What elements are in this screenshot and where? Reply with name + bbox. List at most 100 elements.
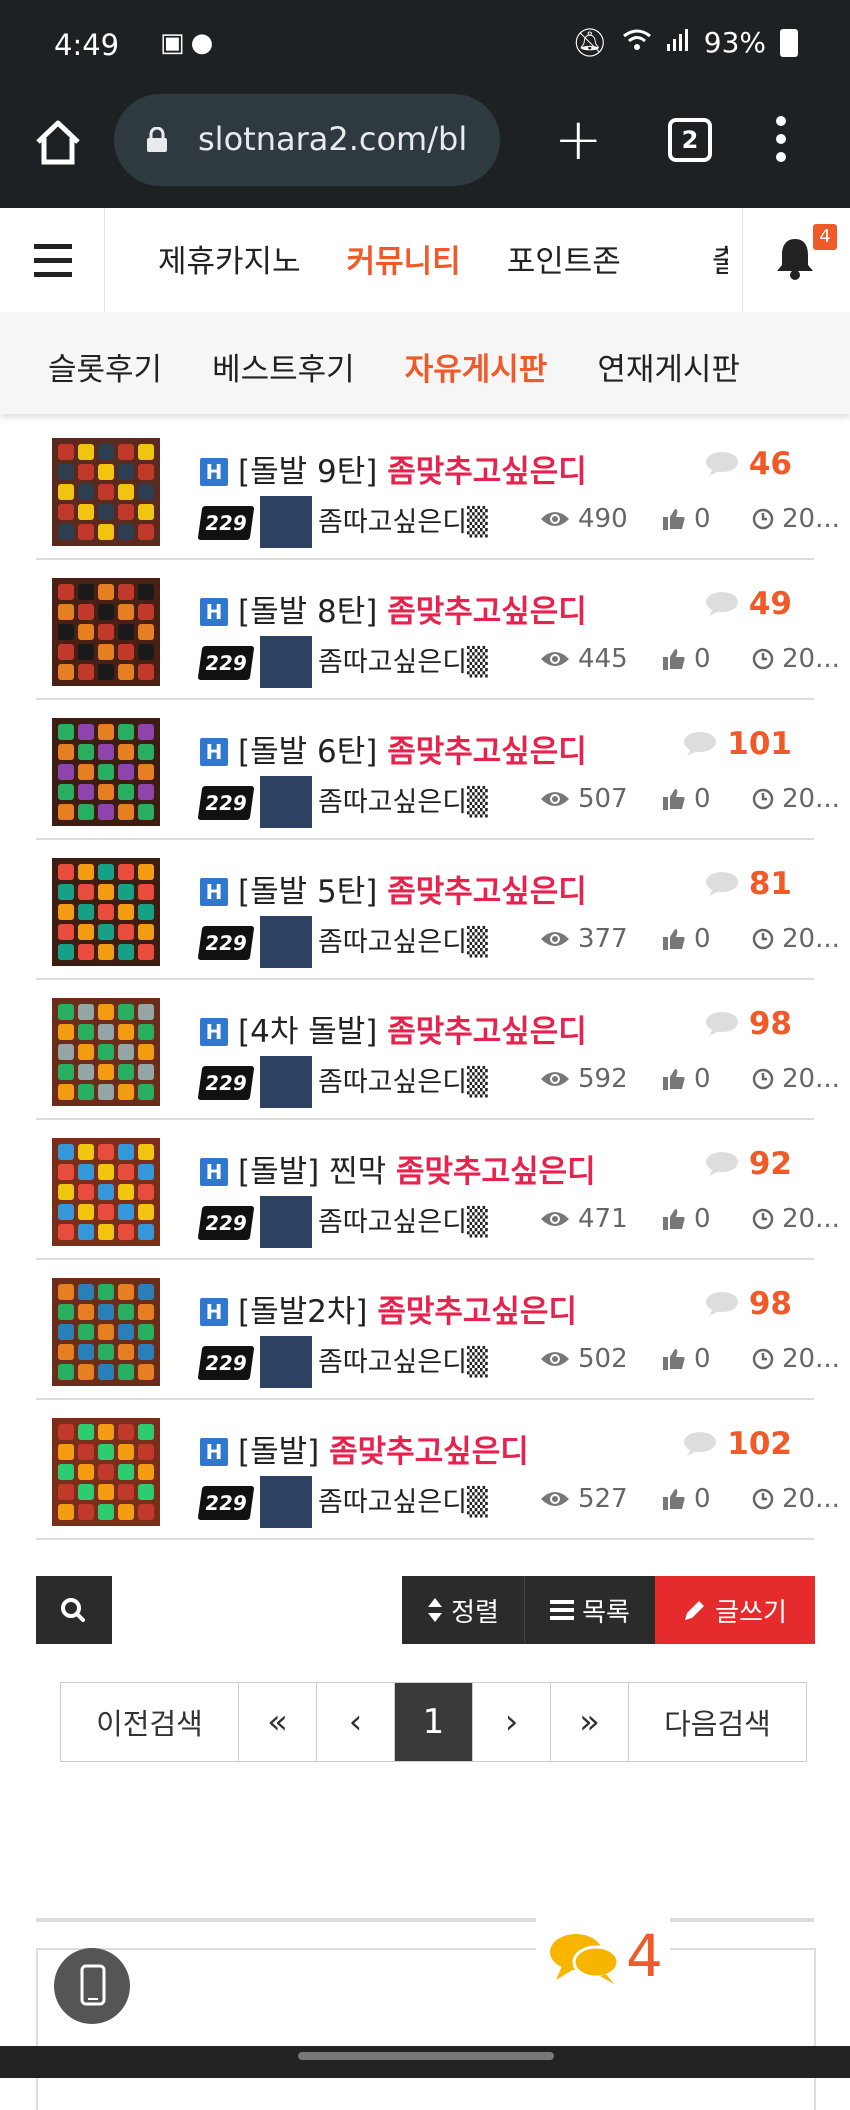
system-nav-bar (0, 2046, 850, 2078)
nav-item-partner-casino[interactable]: 제휴카지노 (158, 236, 301, 281)
post-thumbnail[interactable] (52, 1418, 160, 1526)
tab-switcher-button[interactable]: 2 (668, 118, 712, 162)
like-count: 0 (662, 1344, 711, 1374)
battery-icon (780, 28, 798, 57)
url-text[interactable]: slotnara2.com/bl (198, 120, 467, 158)
home-icon[interactable] (32, 116, 84, 168)
like-count: 0 (662, 644, 711, 674)
divider (36, 1918, 814, 1922)
author-name[interactable]: 좀따고싶은디▒ (318, 1480, 488, 1519)
list-button[interactable]: 목록 (525, 1576, 655, 1644)
post-date-value: 20... (782, 924, 840, 954)
prev-page-button[interactable]: ‹ (317, 1683, 395, 1761)
post-thumbnail[interactable] (52, 1278, 160, 1386)
avatar[interactable] (260, 496, 312, 548)
avatar[interactable] (260, 916, 312, 968)
sub-tab-slot-reviews[interactable]: 슬롯후기 (48, 344, 162, 389)
next-search-button[interactable]: 다음검색 (629, 1683, 806, 1761)
post-title[interactable]: [4차 돌발] 좀맞추고싶은디 (238, 1006, 587, 1051)
post-thumbnail[interactable] (52, 998, 160, 1106)
view-count: 445 (540, 644, 628, 674)
post-date: 20... (752, 1484, 840, 1514)
sort-button[interactable]: 정렬 (402, 1576, 525, 1644)
comment-count: 101 (683, 726, 792, 762)
post-title[interactable]: [돌발] 찐막 좀맞추고싶은디 (238, 1146, 596, 1191)
avatar[interactable] (260, 1056, 312, 1108)
clock-icon (752, 1488, 774, 1510)
next-page-button[interactable]: › (473, 1683, 551, 1761)
post-title-prefix: [돌발 8탄] (238, 594, 388, 630)
first-page-button[interactable]: « (239, 1683, 317, 1761)
post-date-value: 20... (782, 644, 840, 674)
write-button[interactable]: 글쓰기 (655, 1576, 815, 1644)
author-name[interactable]: 좀따고싶은디▒ (318, 920, 488, 959)
sub-tab-series-board[interactable]: 연재게시판 (597, 344, 740, 389)
post-thumbnail[interactable] (52, 438, 160, 546)
address-bar[interactable]: slotnara2.com/bl (114, 94, 500, 186)
search-button[interactable] (36, 1576, 112, 1644)
hot-badge-icon: H (200, 458, 228, 486)
browser-menu-icon[interactable] (776, 116, 788, 172)
nav-item-community[interactable]: 커뮤니티 (347, 236, 461, 281)
post-title[interactable]: [돌발] 좀맞추고싶은디 (238, 1426, 529, 1471)
avatar[interactable] (260, 776, 312, 828)
post-row[interactable]: H [돌발 6탄] 좀맞추고싶은디 101 229 좀따고싶은디▒ 507 0 … (36, 700, 840, 840)
post-row[interactable]: H [돌발] 좀맞추고싶은디 102 229 좀따고싶은디▒ 527 0 20.… (36, 1400, 840, 1540)
author-name[interactable]: 좀따고싶은디▒ (318, 500, 488, 539)
post-title[interactable]: [돌발 8탄] 좀맞추고싶은디 (238, 586, 587, 631)
hamburger-menu-icon[interactable] (0, 208, 105, 312)
phone-button[interactable] (54, 1948, 130, 2024)
avatar[interactable] (260, 636, 312, 688)
nav-item-cut[interactable]: 출 (712, 236, 728, 281)
new-tab-icon[interactable]: + (554, 110, 603, 168)
post-title[interactable]: [돌발 5탄] 좀맞추고싶은디 (238, 866, 587, 911)
post-row[interactable]: H [돌발2차] 좀맞추고싶은디 98 229 좀따고싶은디▒ 502 0 20… (36, 1260, 840, 1400)
author-name[interactable]: 좀따고싶은디▒ (318, 640, 488, 679)
view-count: 507 (540, 784, 628, 814)
status-left-icons: ▣● (160, 28, 219, 58)
signal-icon (666, 26, 690, 59)
hot-badge-icon: H (200, 1158, 228, 1186)
post-date: 20... (752, 924, 840, 954)
comment-count: 98 (705, 1286, 792, 1322)
view-count-value: 502 (578, 1344, 628, 1374)
like-count: 0 (662, 1064, 711, 1094)
view-count-value: 527 (578, 1484, 628, 1514)
last-page-button[interactable]: » (551, 1683, 629, 1761)
post-thumbnail[interactable] (52, 578, 160, 686)
image-icon: ▣ (160, 28, 191, 58)
author-name[interactable]: 좀따고싶은디▒ (318, 780, 488, 819)
sub-tab-free-board[interactable]: 자유게시판 (405, 344, 548, 389)
like-count: 0 (662, 924, 711, 954)
post-thumbnail[interactable] (52, 718, 160, 826)
nav-item-point-zone[interactable]: 포인트존 (507, 236, 621, 281)
notification-button[interactable]: 4 (742, 208, 850, 312)
page-1-button[interactable]: 1 (395, 1683, 473, 1761)
post-row[interactable]: H [돌발] 찐막 좀맞추고싶은디 92 229 좀따고싶은디▒ 471 0 2… (36, 1120, 840, 1260)
author-name[interactable]: 좀따고싶은디▒ (318, 1200, 488, 1239)
post-row[interactable]: H [돌발 9탄] 좀맞추고싶은디 46 229 좀따고싶은디▒ 490 0 2… (36, 420, 840, 560)
post-thumbnail[interactable] (52, 1138, 160, 1246)
comment-bubble-icon (705, 1152, 738, 1176)
post-thumbnail[interactable] (52, 858, 160, 966)
prev-search-button[interactable]: 이전검색 (61, 1683, 239, 1761)
phone-icon (80, 1964, 106, 2006)
avatar[interactable] (260, 1196, 312, 1248)
post-title-prefix: [돌발] 찐막 (238, 1154, 396, 1190)
post-title[interactable]: [돌발2차] 좀맞추고싶은디 (238, 1286, 577, 1331)
level-badge: 229 (197, 646, 255, 680)
nav-items: 제휴카지노 커뮤니티 포인트존 (158, 236, 621, 281)
sub-tab-best-reviews[interactable]: 베스트후기 (212, 344, 355, 389)
post-row[interactable]: H [돌발 8탄] 좀맞추고싶은디 49 229 좀따고싶은디▒ 445 0 2… (36, 560, 840, 700)
author-name[interactable]: 좀따고싶은디▒ (318, 1060, 488, 1099)
home-gesture-pill[interactable] (298, 2052, 554, 2060)
post-row[interactable]: H [돌발 5탄] 좀맞추고싶은디 81 229 좀따고싶은디▒ 377 0 2… (36, 840, 840, 980)
post-title[interactable]: [돌발 9탄] 좀맞추고싶은디 (238, 446, 587, 491)
avatar[interactable] (260, 1336, 312, 1388)
post-title[interactable]: [돌발 6탄] 좀맞추고싶은디 (238, 726, 587, 771)
eye-icon (541, 652, 569, 666)
post-row[interactable]: H [4차 돌발] 좀맞추고싶은디 98 229 좀따고싶은디▒ 592 0 2… (36, 980, 840, 1120)
author-name[interactable]: 좀따고싶은디▒ (318, 1340, 488, 1379)
avatar[interactable] (260, 1476, 312, 1528)
comment-count: 98 (705, 1006, 792, 1042)
